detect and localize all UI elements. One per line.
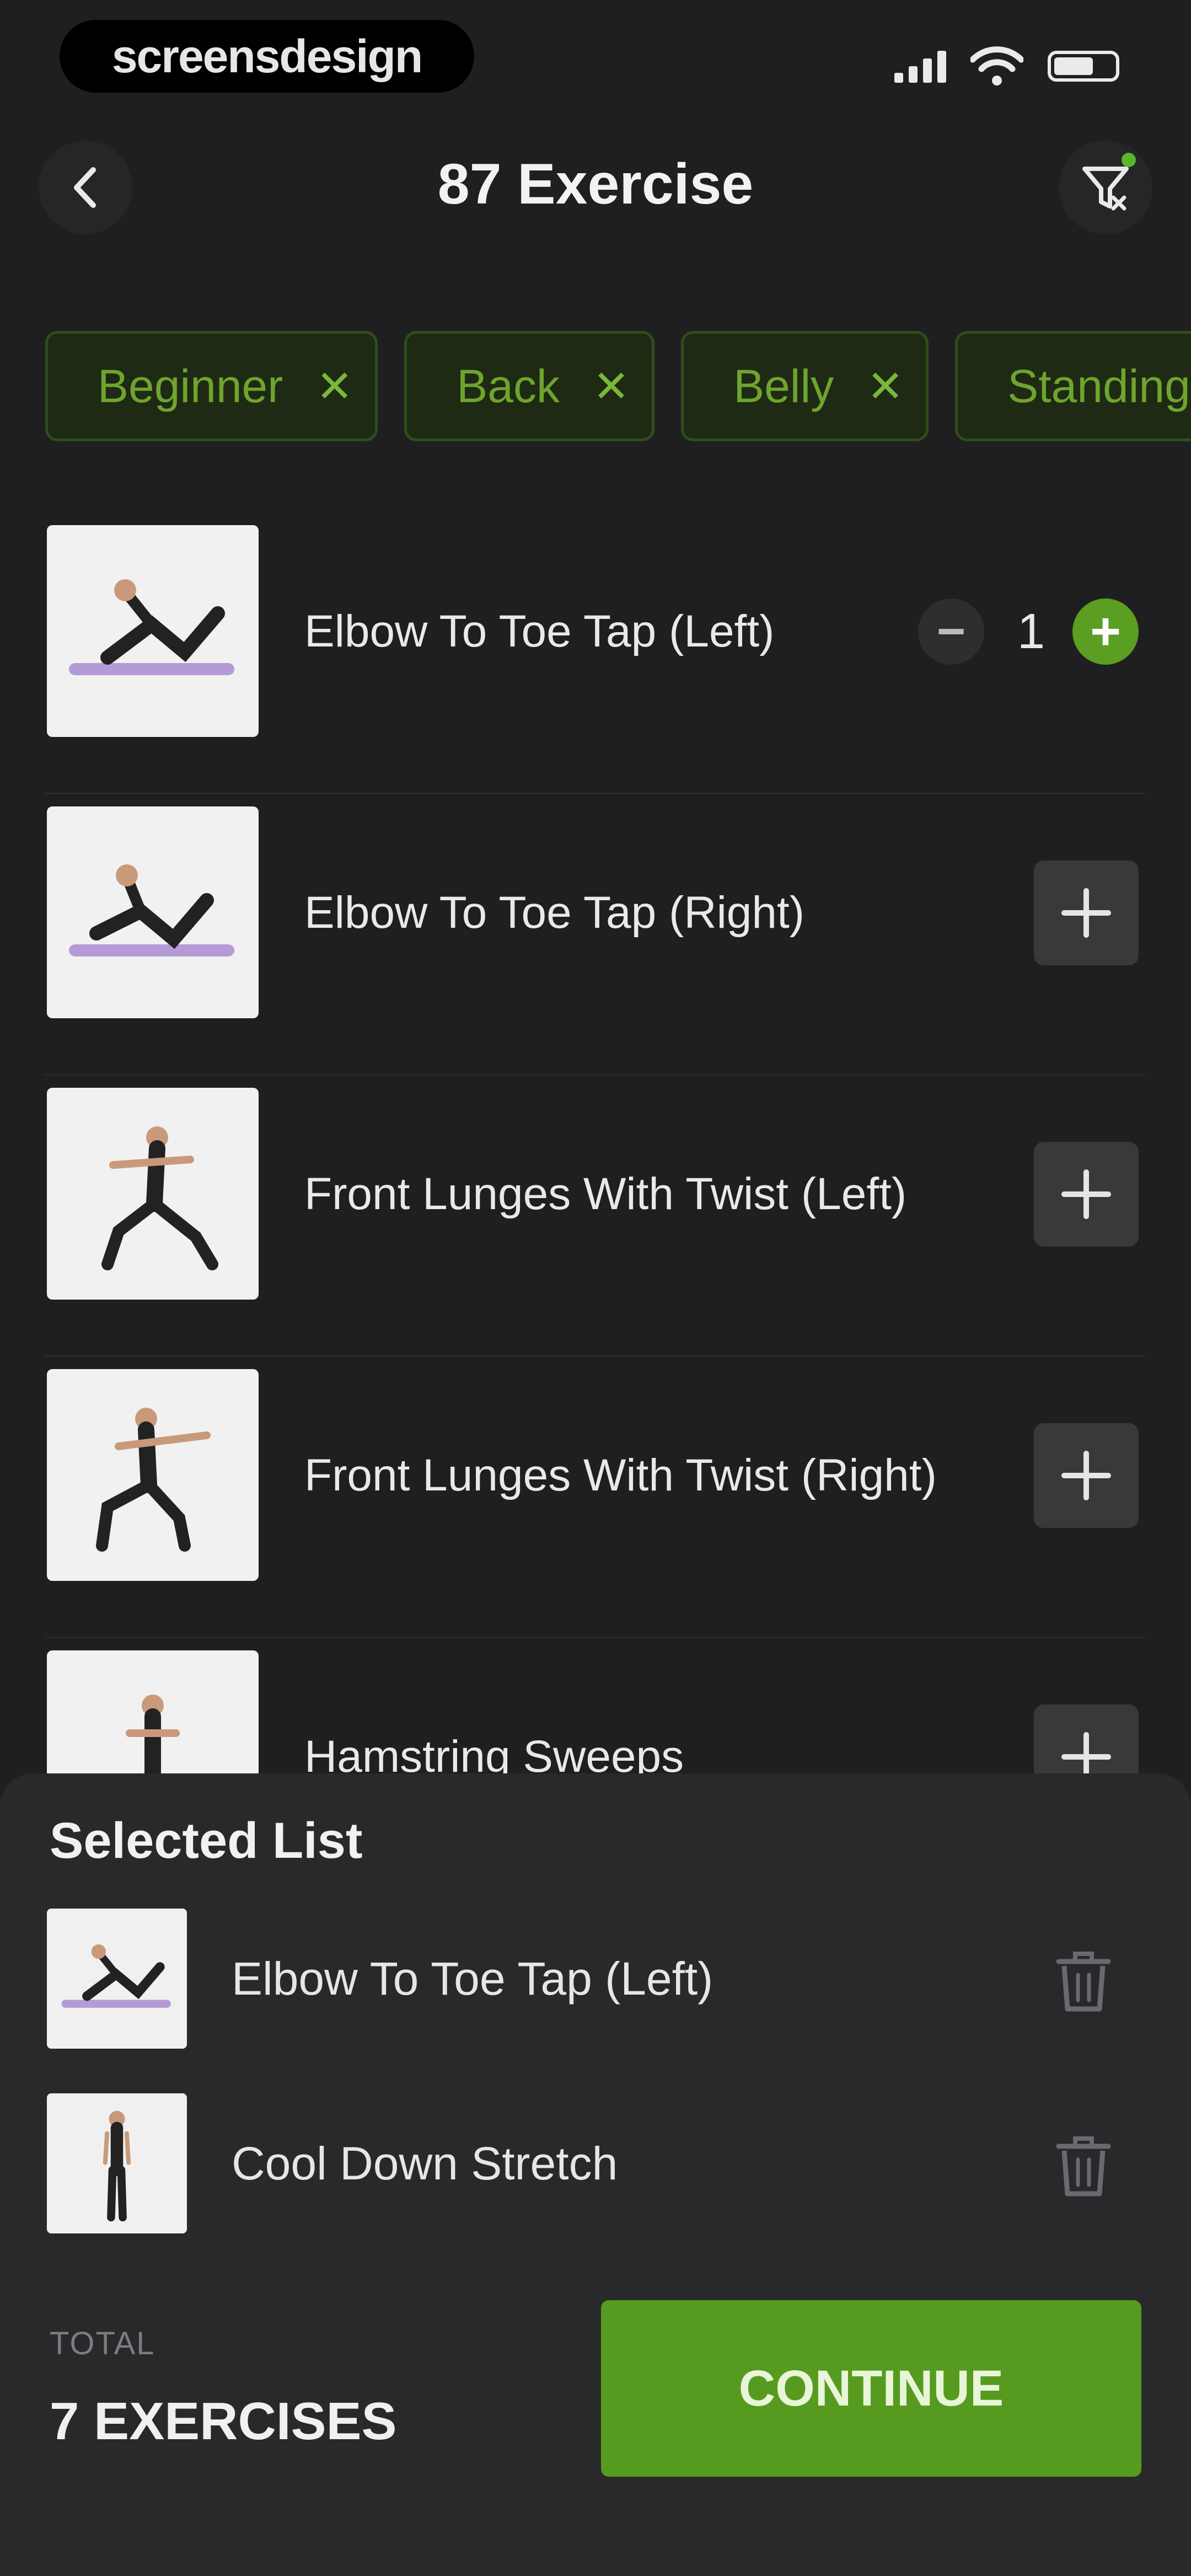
exercise-row[interactable]: Front Lunges With Twist (Right) (0, 1357, 1191, 1638)
chip-label: Belly (733, 360, 834, 412)
trash-icon[interactable] (1053, 1947, 1114, 2013)
exercise-figure-icon (69, 579, 234, 675)
decrement-button[interactable]: − (918, 598, 984, 665)
exercise-figure-icon (103, 2110, 131, 2222)
exercise-count: 1 (1017, 603, 1045, 659)
quantity-stepper: − 1 + (918, 598, 1139, 665)
exercise-name: Front Lunges With Twist (Right) (304, 1450, 937, 1500)
status-icons (894, 44, 1119, 88)
brand-watermark: screensdesign (60, 20, 474, 93)
exercise-row[interactable]: Hamstring Sweeps (0, 1638, 1191, 1776)
add-exercise-button[interactable] (1034, 1142, 1139, 1247)
exercise-thumbnail (47, 1088, 259, 1300)
exercise-name: Elbow To Toe Tap (Left) (304, 606, 775, 656)
header: 87 Exercise (0, 130, 1191, 251)
filter-chips: Beginner ✕ Back ✕ Belly ✕ Standing ✕ (45, 331, 1191, 447)
selected-list-title: Selected List (50, 1813, 363, 1869)
add-exercise-button[interactable] (1034, 861, 1139, 965)
page-title: 87 Exercise (437, 152, 754, 216)
exercise-thumbnail (47, 1650, 259, 1776)
add-exercise-button[interactable] (1034, 1423, 1139, 1528)
filter-icon (1082, 167, 1129, 211)
total-label: TOTAL (50, 2326, 155, 2361)
selected-item-name: Cool Down Stretch (232, 2137, 618, 2189)
remove-chip-icon[interactable]: ✕ (593, 361, 630, 412)
chip-label: Back (457, 360, 560, 412)
filter-active-dot (1122, 153, 1136, 167)
exercise-name: Hamstring Sweeps (304, 1731, 684, 1776)
plus-icon (1061, 1732, 1111, 1776)
selected-item-name: Elbow To Toe Tap (Left) (232, 1952, 713, 2005)
exercise-row[interactable]: Elbow To Toe Tap (Right) (0, 794, 1191, 1076)
selected-item-thumbnail (47, 2093, 187, 2233)
exercise-thumbnail (47, 806, 259, 1018)
exercise-row[interactable]: Elbow To Toe Tap (Left) − 1 + (0, 513, 1191, 794)
increment-button[interactable]: + (1072, 598, 1139, 665)
total-count: 7 EXERCISES (50, 2392, 397, 2451)
selected-list-sheet: Selected List Elbow To Toe Tap (Left) Co… (0, 1773, 1191, 2576)
exercise-list: Elbow To Toe Tap (Left) − 1 + Elbow To T… (0, 513, 1191, 1776)
chip-label: Standing (1007, 360, 1190, 412)
plus-icon (1061, 888, 1111, 938)
battery-icon (1048, 51, 1119, 82)
exercise-figure-icon (126, 1695, 180, 1776)
filter-chip-beginner[interactable]: Beginner ✕ (45, 331, 378, 441)
selected-item[interactable]: Cool Down Stretch (0, 2093, 1191, 2237)
status-bar: screensdesign (0, 0, 1191, 121)
exercise-figure-icon (96, 1408, 211, 1552)
remove-chip-icon[interactable]: ✕ (867, 361, 904, 412)
filter-chip-belly[interactable]: Belly ✕ (681, 331, 929, 441)
exercise-name: Elbow To Toe Tap (Right) (304, 888, 805, 938)
remove-chip-icon[interactable]: ✕ (316, 361, 353, 412)
plus-icon (1061, 1451, 1111, 1500)
selected-item-thumbnail (47, 1909, 187, 2049)
exercise-figure-icon (69, 864, 234, 956)
exercise-thumbnail (47, 525, 259, 737)
exercise-thumbnail (47, 1369, 259, 1581)
plus-icon (1061, 1169, 1111, 1219)
filter-button[interactable] (1059, 141, 1152, 234)
selected-item[interactable]: Elbow To Toe Tap (Left) (0, 1909, 1191, 2052)
wifi-icon (970, 46, 1023, 85)
filter-chip-back[interactable]: Back ✕ (404, 331, 655, 441)
filter-chip-standing[interactable]: Standing ✕ (955, 331, 1191, 441)
add-exercise-button[interactable] (1034, 1704, 1139, 1776)
exercise-figure-icon (61, 1944, 171, 2008)
exercise-figure-icon (101, 1126, 218, 1270)
continue-button[interactable]: CONTINUE (601, 2300, 1141, 2477)
signal-icon (894, 50, 946, 83)
trash-icon[interactable] (1053, 2132, 1114, 2198)
exercise-row[interactable]: Front Lunges With Twist (Left) (0, 1076, 1191, 1357)
chip-label: Beginner (98, 360, 283, 412)
exercise-name: Front Lunges With Twist (Left) (304, 1169, 907, 1219)
